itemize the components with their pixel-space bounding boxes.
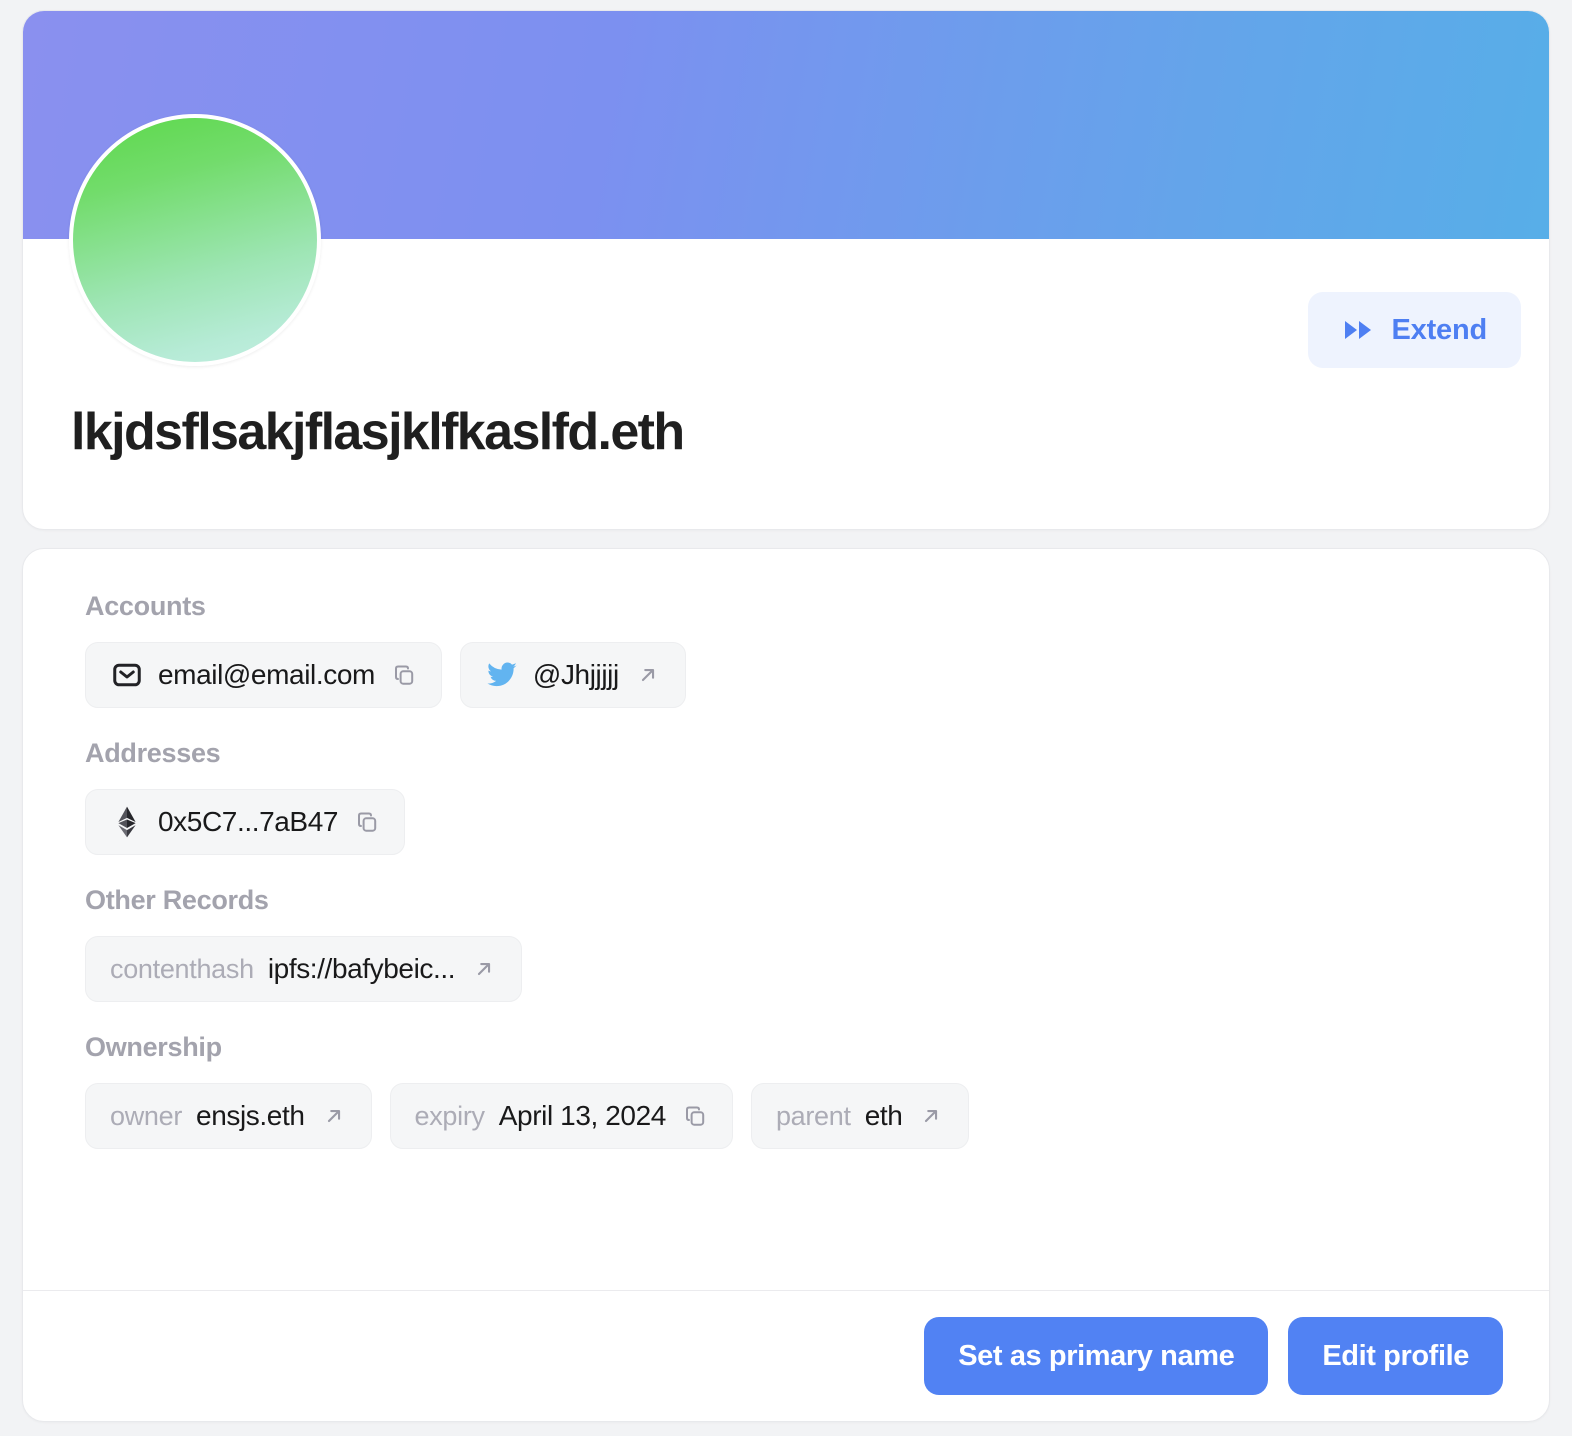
account-chip-email[interactable]: email@email.com — [85, 642, 442, 708]
other-records-chip-row: contenthash ipfs://bafybeic... — [85, 936, 1501, 1002]
set-as-primary-name-button[interactable]: Set as primary name — [924, 1317, 1269, 1395]
ownership-value-owner: ensjs.eth — [196, 1100, 305, 1131]
ownership-chip-expiry[interactable]: expiry April 13, 2024 — [389, 1083, 733, 1149]
account-value-email: email@email.com — [158, 659, 375, 690]
accounts-chip-row: email@email.com @Jhjjjjj — [85, 642, 1501, 708]
copy-icon[interactable] — [354, 809, 380, 835]
edit-profile-button[interactable]: Edit profile — [1288, 1317, 1503, 1395]
profile-header-body: Extend lkjdsflsakjflasjklfkaslfd.eth — [23, 114, 1549, 529]
extend-button[interactable]: Extend — [1307, 292, 1521, 368]
ownership-key-expiry: expiry — [414, 1100, 486, 1131]
section-ownership: Ownership owner ensjs.eth expiry April 1… — [85, 1032, 1501, 1149]
addresses-chip-row: 0x5C7...7aB47 — [85, 789, 1501, 855]
avatar — [69, 114, 321, 366]
ownership-chip-parent[interactable]: parent eth — [750, 1083, 970, 1149]
page-title: lkjdsflsakjflasjklfkaslfd.eth — [71, 403, 685, 461]
profile-details-card: Accounts email@email.com @Jhjjjjj Addres… — [22, 548, 1550, 1422]
profile-footer: Set as primary name Edit profile — [23, 1291, 1549, 1421]
record-key-contenthash: contenthash — [110, 953, 254, 984]
ownership-key-parent: parent — [775, 1100, 851, 1131]
section-accounts: Accounts email@email.com @Jhjjjjj — [85, 591, 1501, 708]
ownership-chip-row: owner ensjs.eth expiry April 13, 2024 pa… — [85, 1083, 1501, 1149]
external-link-icon[interactable] — [471, 956, 497, 982]
record-chip-contenthash[interactable]: contenthash ipfs://bafybeic... — [85, 936, 523, 1002]
external-link-icon[interactable] — [321, 1103, 347, 1129]
section-title-ownership: Ownership — [85, 1032, 222, 1062]
profile-header-card: Extend lkjdsflsakjflasjklfkaslfd.eth — [22, 10, 1550, 530]
ownership-chip-owner[interactable]: owner ensjs.eth — [85, 1083, 372, 1149]
address-chip-eth[interactable]: 0x5C7...7aB47 — [85, 789, 406, 855]
record-value-contenthash: ipfs://bafybeic... — [267, 953, 456, 984]
ownership-value-parent: eth — [864, 1100, 903, 1131]
fast-forward-icon — [1342, 313, 1376, 347]
section-title-addresses: Addresses — [85, 738, 221, 768]
copy-icon[interactable] — [391, 662, 417, 688]
copy-icon[interactable] — [682, 1103, 708, 1129]
ownership-key-owner: owner — [110, 1100, 183, 1131]
address-value-eth: 0x5C7...7aB47 — [158, 806, 339, 837]
email-icon — [110, 658, 144, 692]
external-link-icon[interactable] — [635, 662, 661, 688]
profile-page: Extend lkjdsflsakjflasjklfkaslfd.eth Acc… — [0, 0, 1572, 1436]
ethereum-icon — [110, 805, 144, 839]
account-value-twitter: @Jhjjjjj — [532, 659, 619, 690]
profile-details-body: Accounts email@email.com @Jhjjjjj Addres… — [23, 549, 1549, 1290]
section-addresses: Addresses 0x5C7...7aB47 — [85, 738, 1501, 855]
account-chip-twitter[interactable]: @Jhjjjjj — [459, 642, 686, 708]
extend-button-label: Extend — [1391, 313, 1488, 346]
ownership-value-expiry: April 13, 2024 — [498, 1100, 667, 1131]
external-link-icon[interactable] — [918, 1103, 944, 1129]
section-title-accounts: Accounts — [85, 591, 206, 621]
section-title-other-records: Other Records — [85, 885, 269, 915]
section-other-records: Other Records contenthash ipfs://bafybei… — [85, 885, 1501, 1002]
twitter-icon — [485, 658, 519, 692]
